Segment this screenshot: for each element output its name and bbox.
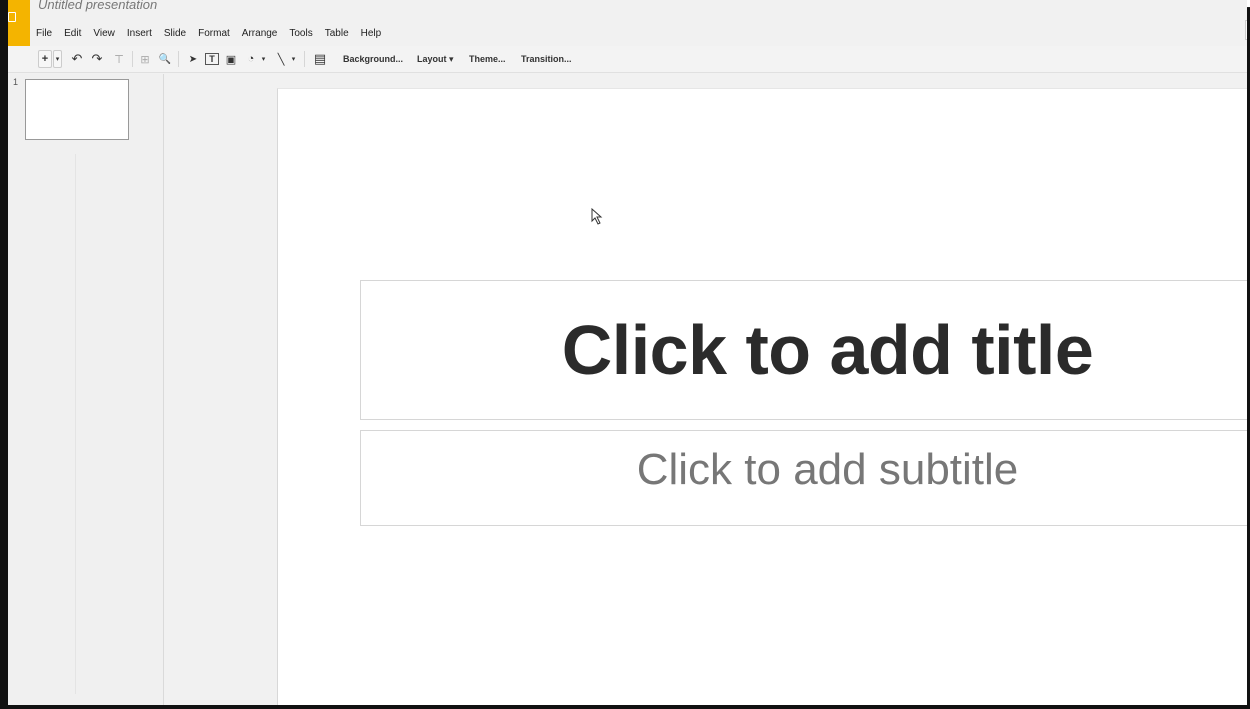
menu-help[interactable]: Help: [361, 27, 388, 41]
background-button[interactable]: Background...: [339, 50, 407, 68]
toolbar-divider: [178, 51, 179, 67]
line-icon[interactable]: ╲: [274, 50, 288, 68]
layout-button[interactable]: Layout ▾: [413, 50, 458, 68]
toolbar-divider: [304, 51, 305, 67]
menu-view[interactable]: View: [93, 27, 121, 41]
shape-dropdown-icon[interactable]: ▾: [259, 50, 268, 68]
image-icon[interactable]: ▣: [224, 50, 238, 68]
slide-canvas[interactable]: Click to add title Click to add subtitle: [277, 88, 1247, 705]
new-slide-button[interactable]: +: [38, 50, 52, 68]
filmstrip-guide: [75, 154, 76, 694]
slides-logo-icon[interactable]: [8, 0, 30, 46]
subtitle-placeholder-text: Click to add subtitle: [636, 445, 1019, 494]
subtitle-placeholder[interactable]: Click to add subtitle: [360, 430, 1247, 526]
slides-logo-mark: [8, 12, 16, 22]
menu-format[interactable]: Format: [198, 27, 236, 41]
toolbar: + ▾ ↶ ↷ ⊤ ⊞ 🔍 ➤ T ▣ ◔ ▾ ╲ ▾ ▤ Background…: [8, 46, 1247, 73]
slide-filmstrip[interactable]: 1: [8, 74, 163, 705]
slide-number: 1: [13, 77, 19, 87]
undo-icon[interactable]: ↶: [70, 50, 84, 68]
zoom-fit-icon[interactable]: ⊞: [138, 50, 152, 68]
text-box-icon[interactable]: T: [205, 53, 219, 65]
select-icon[interactable]: ➤: [186, 50, 200, 68]
redo-icon[interactable]: ↷: [90, 50, 104, 68]
transition-button[interactable]: Transition...: [517, 50, 576, 68]
screen-bottom-edge: [0, 705, 1250, 709]
document-title[interactable]: Untitled presentation: [38, 0, 157, 12]
menu-file[interactable]: File: [36, 27, 58, 41]
zoom-icon[interactable]: 🔍: [158, 50, 172, 68]
title-placeholder[interactable]: Click to add title: [360, 280, 1247, 420]
shape-icon[interactable]: ◔: [244, 50, 258, 68]
menu-insert[interactable]: Insert: [127, 27, 158, 41]
menu-tools[interactable]: Tools: [289, 27, 318, 41]
comment-icon[interactable]: ▤: [312, 50, 328, 68]
mouse-pointer-icon: [591, 208, 603, 225]
line-dropdown-icon[interactable]: ▾: [289, 50, 298, 68]
title-placeholder-text: Click to add title: [561, 311, 1094, 389]
menu-table[interactable]: Table: [325, 27, 355, 41]
menu-bar: File Edit View Insert Slide Format Arran…: [36, 27, 393, 41]
canvas-gutter: [163, 74, 277, 705]
screen-left-edge: [0, 0, 8, 709]
menu-arrange[interactable]: Arrange: [242, 27, 284, 41]
menu-slide[interactable]: Slide: [164, 27, 192, 41]
paint-format-icon[interactable]: ⊤: [112, 50, 126, 68]
menu-edit[interactable]: Edit: [64, 27, 87, 41]
slides-app: Untitled presentation File Edit View Ins…: [8, 0, 1247, 705]
new-slide-dropdown-icon[interactable]: ▾: [53, 50, 62, 68]
slide-thumbnail[interactable]: [25, 79, 129, 140]
toolbar-divider: [132, 51, 133, 67]
theme-button[interactable]: Theme...: [465, 50, 510, 68]
